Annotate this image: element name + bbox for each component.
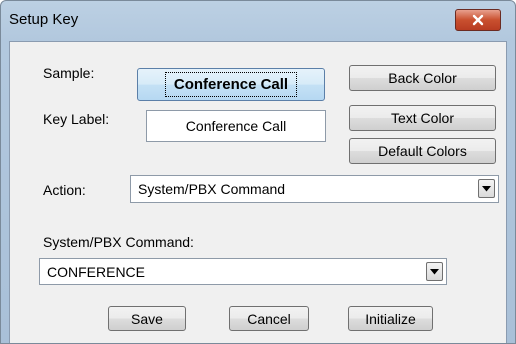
action-select-value: System/PBX Command: [138, 181, 286, 197]
text-color-button[interactable]: Text Color: [349, 105, 496, 131]
sample-label: Sample:: [43, 65, 95, 81]
close-button[interactable]: [455, 9, 501, 31]
initialize-button[interactable]: Initialize: [348, 306, 433, 331]
setup-key-window: Setup Key Sample: Conference Call Key La…: [0, 0, 516, 344]
close-icon: [472, 14, 484, 26]
pbx-command-select-value: CONFERENCE: [47, 263, 146, 280]
default-colors-button[interactable]: Default Colors: [349, 138, 496, 164]
cancel-button[interactable]: Cancel: [229, 306, 309, 331]
sample-key-text: Conference Call: [164, 72, 298, 97]
key-label-input[interactable]: Conference Call: [146, 110, 326, 142]
chevron-down-icon[interactable]: [478, 179, 495, 198]
pbx-command-label: System/PBX Command:: [43, 234, 194, 250]
key-label-label: Key Label:: [43, 111, 110, 127]
chevron-down-icon[interactable]: [426, 262, 443, 281]
title-bar[interactable]: Setup Key: [1, 1, 515, 41]
back-color-button[interactable]: Back Color: [349, 65, 496, 91]
pbx-command-select[interactable]: CONFERENCE: [39, 258, 447, 285]
sample-key-button[interactable]: Conference Call: [137, 68, 325, 101]
dialog-body: Sample: Conference Call Key Label: Confe…: [9, 41, 507, 343]
action-label: Action:: [43, 182, 86, 198]
window-title: Setup Key: [9, 11, 79, 28]
save-button[interactable]: Save: [108, 306, 186, 331]
action-select[interactable]: System/PBX Command: [130, 175, 499, 203]
